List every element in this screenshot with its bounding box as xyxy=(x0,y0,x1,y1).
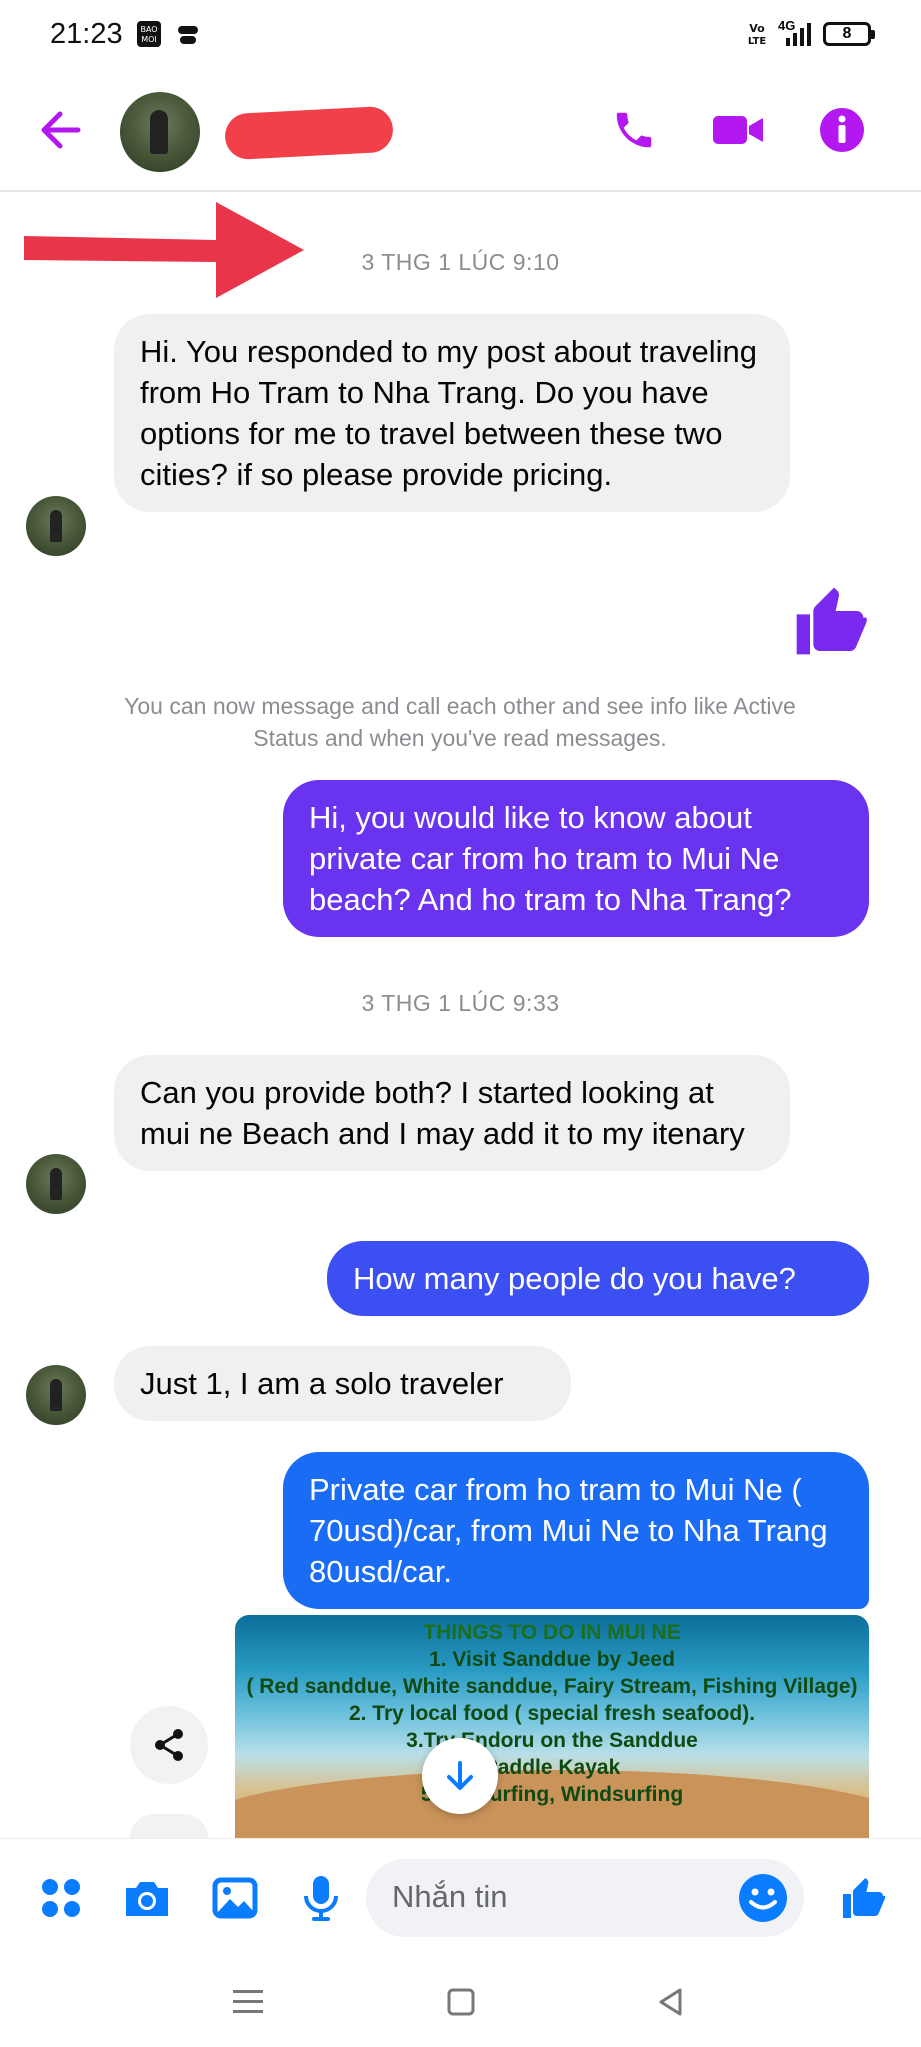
camera-button[interactable] xyxy=(116,1867,178,1929)
gallery-button[interactable] xyxy=(204,1867,266,1929)
grid-dots-icon xyxy=(42,1879,80,1917)
share-button[interactable] xyxy=(130,1706,208,1784)
microphone-icon xyxy=(304,1876,338,1921)
photo-attachment[interactable]: THINGS TO DO IN MUI NE 1. Visit Sanddue … xyxy=(235,1615,869,1840)
thumbs-up-icon xyxy=(843,1878,885,1918)
triangle-back-icon xyxy=(659,1988,682,2016)
svg-text:Vo: Vo xyxy=(749,22,765,35)
svg-text:LTE: LTE xyxy=(748,36,767,47)
send-like-button[interactable] xyxy=(832,1867,894,1929)
incoming-message[interactable]: Can you provide both? I started looking … xyxy=(114,1055,790,1171)
image-icon xyxy=(212,1877,258,1919)
photo-line: THINGS TO DO IN MUI NE xyxy=(423,1621,681,1644)
sender-avatar[interactable] xyxy=(26,496,86,556)
video-call-button[interactable] xyxy=(708,100,768,160)
photo-line: ( Red sanddue, White sanddue, Fairy Stre… xyxy=(246,1675,858,1698)
photo-line: Paddle Kayak xyxy=(483,1756,621,1779)
connection-notice: You can now message and call each other … xyxy=(124,693,796,751)
timestamp: 3 THG 1 LÚC 9:10 xyxy=(361,249,560,275)
video-camera-icon xyxy=(713,116,763,144)
photo-line: 2. Try local food ( special fresh seafoo… xyxy=(348,1702,756,1725)
battery-icon: 8 xyxy=(823,22,875,46)
more-apps-button[interactable] xyxy=(30,1867,92,1929)
camera-icon xyxy=(126,1882,168,1916)
more-actions-button[interactable] xyxy=(130,1814,208,1838)
arrow-down-icon xyxy=(447,1761,473,1790)
photo-line: 5.Try Surfing, Windsurfing xyxy=(420,1783,684,1806)
chat-app-icon xyxy=(178,26,198,44)
timestamp: 3 THG 1 LÚC 9:33 xyxy=(361,990,560,1016)
home-button[interactable] xyxy=(436,1980,486,2024)
share-icon xyxy=(155,1729,183,1761)
outgoing-message[interactable]: Private car from ho tram to Mui Ne ( 70u… xyxy=(283,1452,869,1609)
incoming-message[interactable]: Hi. You responded to my post about trave… xyxy=(114,314,790,512)
svg-text:BAO: BAO xyxy=(140,25,157,34)
volte-icon: VoLTE xyxy=(748,22,767,47)
contact-avatar[interactable] xyxy=(120,92,200,172)
chat-header xyxy=(0,70,921,192)
emoji-icon[interactable] xyxy=(736,1871,790,1925)
svg-text:MOI: MOI xyxy=(141,35,157,44)
info-icon xyxy=(820,108,864,152)
status-time: 21:23 xyxy=(50,18,123,50)
system-navigation-bar xyxy=(0,1958,921,2047)
status-bar: 21:23 BAO MOI Vo LTE 4G 8 xyxy=(0,0,921,70)
photo-line: 3.Try Endoru on the Sanddue xyxy=(406,1729,698,1752)
menu-lines-icon xyxy=(233,1990,263,2013)
voice-record-button[interactable] xyxy=(290,1867,352,1929)
incoming-message[interactable]: Just 1, I am a solo traveler xyxy=(114,1346,571,1421)
signal-icon xyxy=(786,23,811,46)
outgoing-message[interactable]: Hi, you would like to know about private… xyxy=(283,780,869,937)
redacted-contact-name[interactable] xyxy=(223,105,395,161)
recents-button[interactable] xyxy=(223,1980,273,2024)
back-nav-button[interactable] xyxy=(646,1980,696,2024)
voice-call-button[interactable] xyxy=(604,100,664,160)
photo-line: 1. Visit Sanddue by Jeed xyxy=(429,1648,675,1671)
photo-caption: THINGS TO DO IN MUI NE 1. Visit Sanddue … xyxy=(235,1619,869,1808)
message-composer: Nhắn tin xyxy=(0,1838,921,1958)
arrow-left-icon xyxy=(41,111,81,149)
scroll-to-bottom-button[interactable] xyxy=(422,1738,498,1814)
info-button[interactable] xyxy=(812,100,872,160)
outgoing-message[interactable]: How many people do you have? xyxy=(327,1241,869,1316)
message-input-placeholder: Nhắn tin xyxy=(392,1879,508,1914)
bao-moi-icon: BAOMOI xyxy=(137,21,161,47)
phone-icon xyxy=(616,112,652,148)
sender-avatar[interactable] xyxy=(26,1365,86,1425)
back-button[interactable] xyxy=(30,100,90,160)
message-input[interactable]: Nhắn tin xyxy=(366,1859,804,1937)
sender-avatar[interactable] xyxy=(26,1154,86,1214)
thumbs-up-icon[interactable] xyxy=(790,578,870,664)
square-icon xyxy=(447,1988,475,2016)
